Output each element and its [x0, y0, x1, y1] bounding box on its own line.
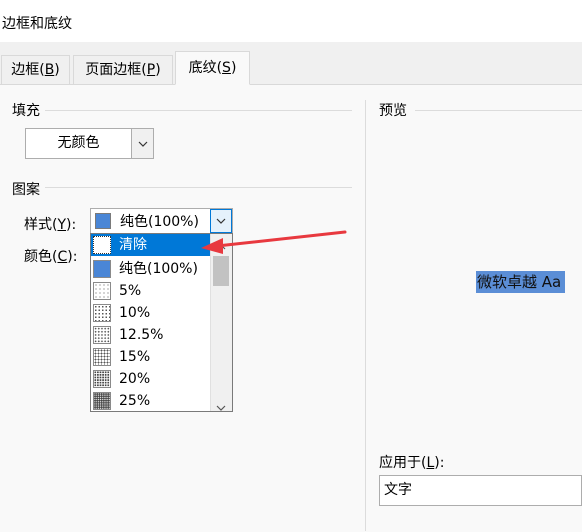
- dropdown-item-12-5[interactable]: 12.5%: [91, 324, 211, 346]
- dropdown-scrollbar[interactable]: [210, 234, 232, 411]
- pattern-15-swatch: [93, 348, 111, 366]
- dropdown-item-15[interactable]: 15%: [91, 346, 211, 368]
- pattern-5-swatch: [93, 282, 111, 300]
- fill-separator: [45, 110, 352, 111]
- color-label-text: 颜色(: [24, 249, 58, 265]
- dropdown-item-5[interactable]: 5%: [91, 280, 211, 302]
- dropdown-item-label: 5%: [119, 283, 142, 299]
- title-bar: 边框和底纹: [0, 0, 582, 42]
- apply-to-combo[interactable]: 文字: [379, 475, 582, 506]
- color-label: 颜色(C):: [24, 246, 77, 266]
- dropdown-item-25[interactable]: 25%: [91, 390, 211, 411]
- tab-borders-label: 边框(: [11, 62, 45, 78]
- apply-to-label: 应用于(L):: [379, 452, 444, 472]
- dropdown-item-10[interactable]: 10%: [91, 302, 211, 324]
- solid-swatch: [95, 213, 111, 229]
- tab-page-border-suffix: ): [155, 62, 161, 78]
- scrollbar-thumb[interactable]: [213, 256, 229, 286]
- dropdown-item-label: 纯色(100%): [119, 261, 198, 277]
- dropdown-item-label: 15%: [119, 349, 151, 365]
- preview-separator: [415, 110, 582, 111]
- dropdown-item-clear[interactable]: 清除: [91, 234, 211, 256]
- preview-sample: 微软卓越 Aa: [476, 271, 566, 293]
- preview-section-label: 预览: [379, 103, 407, 119]
- tab-shading[interactable]: 底纹(S): [175, 51, 250, 85]
- color-label-key: C: [57, 249, 68, 265]
- tab-borders[interactable]: 边框(B): [1, 55, 70, 84]
- tab-borders-key: B: [44, 62, 55, 78]
- style-label: 样式(Y):: [24, 214, 76, 234]
- fill-color-combo[interactable]: 无颜色: [25, 128, 154, 159]
- dropdown-item-solid[interactable]: 纯色(100%): [91, 258, 211, 280]
- style-label-text: 样式(: [24, 217, 58, 233]
- dropdown-item-20[interactable]: 20%: [91, 368, 211, 390]
- pattern-12-5-swatch: [93, 326, 111, 344]
- pattern-20-swatch: [93, 370, 111, 388]
- pattern-25-swatch: [93, 392, 111, 410]
- tab-borders-suffix: ): [54, 62, 60, 78]
- dialog-title: 边框和底纹: [2, 16, 72, 32]
- tab-page-border-label: 页面边框(: [85, 62, 147, 78]
- scroll-down-icon[interactable]: [216, 399, 226, 411]
- style-label-key: Y: [57, 217, 67, 233]
- fill-color-value: 无颜色: [57, 135, 100, 151]
- tab-page-border[interactable]: 页面边框(P): [73, 55, 173, 84]
- dropdown-item-label: 10%: [119, 305, 151, 321]
- style-value: 纯色(100%): [120, 214, 199, 230]
- tab-shading-label: 底纹(: [188, 60, 223, 76]
- dropdown-item-label: 12.5%: [119, 327, 164, 343]
- clear-swatch: [93, 236, 111, 254]
- preview-divider: [365, 100, 366, 531]
- pattern-section-label: 图案: [12, 182, 40, 198]
- apply-to-label-text: 应用于(: [379, 455, 427, 471]
- style-label-suffix: ):: [66, 217, 77, 233]
- annotation-arrow-icon: [201, 230, 347, 254]
- dropdown-item-label: 25%: [119, 393, 151, 409]
- solid-swatch: [93, 260, 111, 278]
- pattern-10-swatch: [93, 304, 111, 322]
- tab-shading-key: S: [222, 60, 231, 76]
- apply-to-value: 文字: [384, 482, 412, 498]
- color-label-suffix: ):: [67, 249, 78, 265]
- apply-to-label-suffix: ):: [434, 455, 445, 471]
- tab-shading-suffix: ): [230, 60, 237, 76]
- style-dropdown-list[interactable]: 清除 纯色(100%) 5% 10% 12.5% 15% 20% 25%: [90, 233, 233, 412]
- fill-section-label: 填充: [12, 103, 40, 119]
- pattern-separator: [45, 187, 352, 188]
- dropdown-item-label: 清除: [119, 237, 147, 253]
- chevron-down-icon[interactable]: [131, 129, 153, 158]
- dropdown-item-label: 20%: [119, 371, 151, 387]
- tab-page-border-key: P: [146, 62, 156, 78]
